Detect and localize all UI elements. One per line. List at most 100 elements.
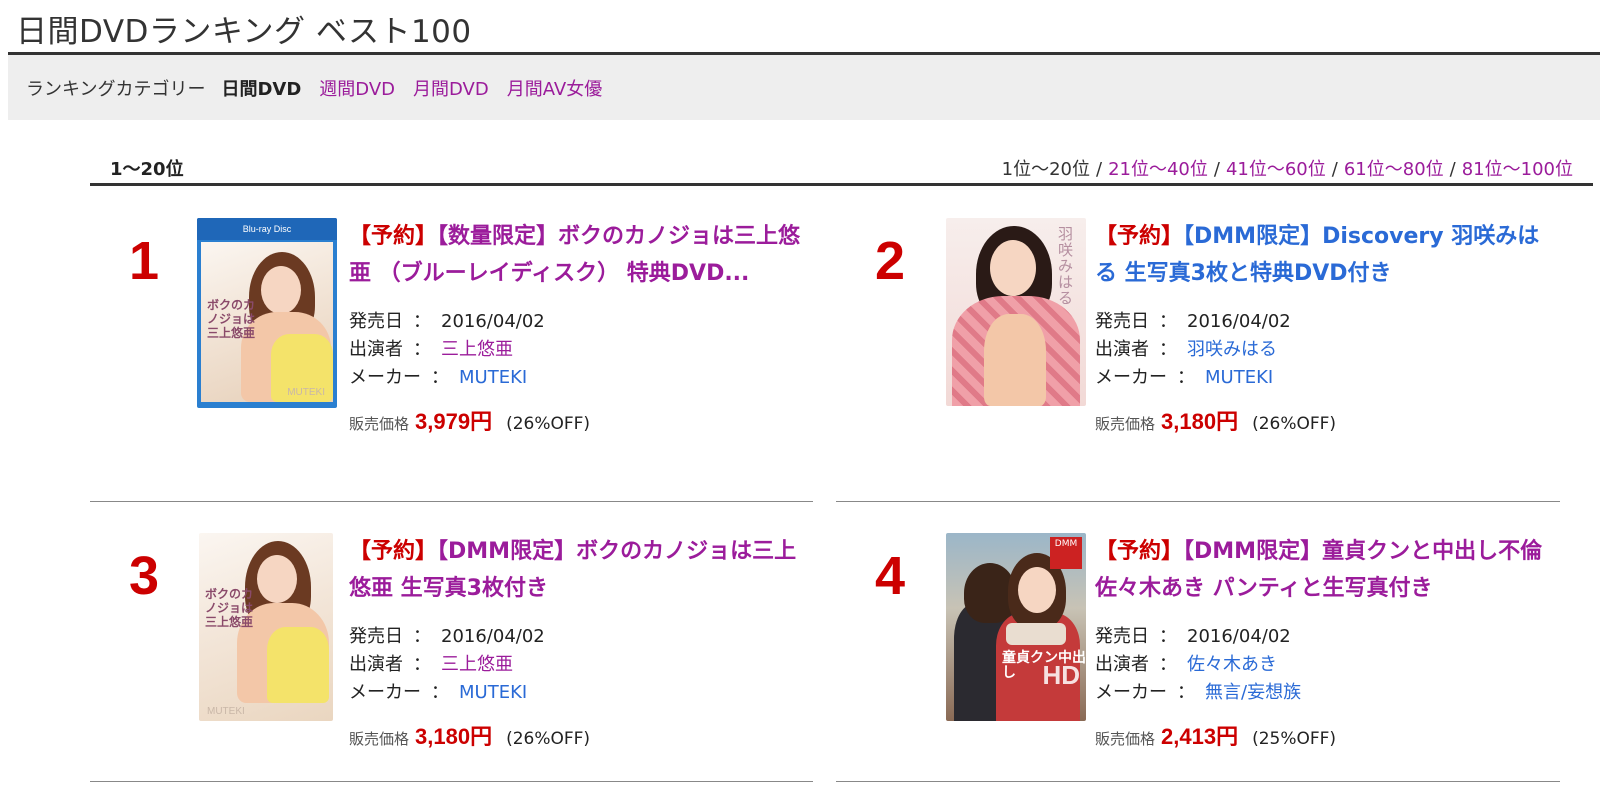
- price-value: 3,979円: [415, 409, 493, 434]
- category-link-monthly-actress[interactable]: 月間AV女優: [507, 75, 602, 101]
- item-info: 【予約】【DMM限定】Discovery 羽咲みはる 生写真3枚と特典DVD付き…: [1095, 218, 1561, 436]
- bluray-badge: Blu-ray Disc: [197, 218, 337, 240]
- maker-link[interactable]: 無言/妄想族: [1205, 679, 1301, 707]
- range-pager: 1位〜20位/21位〜40位/41位〜60位/61位〜80位/81位〜100位: [1002, 155, 1573, 181]
- price-value: 3,180円: [415, 724, 493, 749]
- hd-mark: HD: [1042, 660, 1080, 690]
- price-row: 販売価格 3,979円 (26%OFF): [349, 404, 815, 436]
- reservation-flag: 【予約】: [1095, 224, 1184, 249]
- rank-number: 1: [128, 231, 160, 291]
- pager-link-21-40[interactable]: 21位〜40位: [1108, 159, 1208, 180]
- page-title: 日間DVDランキング ベスト100: [16, 14, 472, 50]
- item-meta: 発売日 ： 2016/04/02 出演者 ： 三上悠亜 メーカー ： MUTEKI: [349, 308, 815, 392]
- item-title-link[interactable]: 【予約】【DMM限定】Discovery 羽咲みはる 生写真3枚と特典DVD付き: [1095, 218, 1561, 292]
- price-label: 販売価格: [1095, 730, 1156, 748]
- category-link-weekly-dvd[interactable]: 週間DVD: [319, 75, 395, 101]
- performer-row: 出演者 ： 佐々木あき: [1095, 651, 1561, 679]
- category-link-monthly-dvd[interactable]: 月間DVD: [413, 75, 489, 101]
- performer-link[interactable]: 三上悠亜: [441, 336, 513, 364]
- price-value: 3,180円: [1161, 409, 1239, 434]
- jacket-brand: MUTEKI: [287, 387, 325, 398]
- price-row: 販売価格 2,413円 (25%OFF): [1095, 719, 1561, 751]
- jacket-brand: MUTEKI: [207, 706, 245, 717]
- category-current-daily-dvd: 日間DVD: [221, 78, 302, 100]
- item-divider: [836, 781, 1560, 782]
- release-date-value: 2016/04/02: [1187, 626, 1291, 647]
- maker-label: メーカー: [1095, 682, 1167, 703]
- pager-link-81-100[interactable]: 81位〜100位: [1462, 159, 1573, 180]
- performer-link[interactable]: 三上悠亜: [441, 651, 513, 679]
- item-info: 【予約】【DMM限定】童貞クンと中出し不倫 佐々木あき パンティと生写真付き 発…: [1095, 533, 1561, 751]
- item-title-link[interactable]: 【予約】【DMM限定】ボクのカノジョは三上悠亜 生写真3枚付き: [349, 533, 815, 607]
- release-date-label: 発売日: [1095, 311, 1149, 332]
- performer-link[interactable]: 佐々木あき: [1187, 651, 1277, 679]
- pager-separator: /: [1095, 159, 1103, 180]
- item-info: 【予約】【数量限定】ボクのカノジョは三上悠亜 （ブルーレイディスク） 特典DVD…: [349, 218, 815, 436]
- price-label: 販売価格: [1095, 415, 1156, 433]
- pager-separator: /: [1331, 159, 1338, 180]
- price-label: 販売価格: [349, 415, 410, 433]
- product-jacket-image[interactable]: 羽咲みはる: [946, 218, 1086, 406]
- range-current-label: 1〜20位: [110, 159, 184, 180]
- colon: ：: [1159, 654, 1177, 675]
- release-date-row: 発売日 ： 2016/04/02: [1095, 623, 1561, 651]
- maker-label: メーカー: [349, 682, 421, 703]
- release-date-row: 発売日 ： 2016/04/02: [349, 623, 815, 651]
- jacket-vertical-name: 羽咲みはる: [1058, 225, 1074, 307]
- pager-current: 1位〜20位: [1001, 159, 1090, 180]
- jacket-title-text: ボクのカノジョは三上悠亜: [207, 298, 256, 340]
- item-title-link[interactable]: 【予約】【DMM限定】童貞クンと中出し不倫 佐々木あき パンティと生写真付き: [1095, 533, 1561, 607]
- product-jacket-image[interactable]: ボクのカノジョは三上悠亜 MUTEKI: [199, 533, 333, 721]
- reservation-flag: 【予約】: [349, 224, 438, 249]
- colon: ：: [431, 682, 449, 703]
- release-date-value: 2016/04/02: [441, 626, 545, 647]
- colon: ：: [1177, 682, 1195, 703]
- product-jacket-image[interactable]: Blu-ray Disc ボクのカノジョは三上悠亜 MUTEKI: [197, 218, 337, 408]
- performer-link[interactable]: 羽咲みはる: [1187, 336, 1277, 364]
- item-divider: [836, 501, 1560, 502]
- performer-row: 出演者 ： 三上悠亜: [349, 651, 815, 679]
- maker-row: メーカー ： 無言/妄想族: [1095, 679, 1561, 707]
- colon: ：: [1159, 339, 1177, 360]
- jacket-figure-face: [1018, 567, 1056, 613]
- colon: ：: [413, 311, 431, 332]
- performer-row: 出演者 ： 三上悠亜: [349, 336, 815, 364]
- maker-row: メーカー ： MUTEKI: [349, 679, 815, 707]
- jacket-figure-face: [261, 266, 301, 314]
- colon: ：: [413, 339, 431, 360]
- item-info: 【予約】【DMM限定】ボクのカノジョは三上悠亜 生写真3枚付き 発売日 ： 2016…: [349, 533, 815, 751]
- release-date-value: 2016/04/02: [441, 311, 545, 332]
- performer-label: 出演者: [349, 339, 403, 360]
- release-date-row: 発売日 ： 2016/04/02: [1095, 308, 1561, 336]
- ranking-item: 2 羽咲みはる 【予約】【DMM限定】Discovery 羽咲みはる 生写真3枚…: [836, 202, 1571, 502]
- colon: ：: [431, 367, 449, 388]
- pager-link-41-60[interactable]: 41位〜60位: [1226, 159, 1326, 180]
- performer-row: 出演者 ： 羽咲みはる: [1095, 336, 1561, 364]
- release-date-label: 発売日: [349, 626, 403, 647]
- ranking-category-bar: ランキングカテゴリー 日間DVD 週間DVD 月間DVD 月間AV女優: [8, 55, 1600, 120]
- performer-label: 出演者: [349, 654, 403, 675]
- rank-number: 3: [128, 546, 160, 606]
- jacket-figure-scarf: [1006, 623, 1066, 645]
- colon: ：: [1159, 311, 1177, 332]
- jacket-corner-badge: DMM: [1050, 537, 1082, 569]
- reservation-flag: 【予約】: [349, 539, 438, 564]
- maker-row: メーカー ： MUTEKI: [1095, 364, 1561, 392]
- category-label: ランキングカテゴリー: [26, 78, 206, 100]
- colon: ：: [1177, 367, 1195, 388]
- colon: ：: [413, 654, 431, 675]
- pager-link-61-80[interactable]: 61位〜80位: [1344, 159, 1444, 180]
- price-row: 販売価格 3,180円 (26%OFF): [349, 719, 815, 751]
- product-jacket-image[interactable]: DMM 童貞クン中出し HD: [946, 533, 1086, 721]
- maker-link[interactable]: MUTEKI: [459, 364, 527, 392]
- item-divider: [90, 781, 813, 782]
- discount-value: (26%OFF): [506, 414, 591, 434]
- reservation-flag: 【予約】: [1095, 539, 1184, 564]
- performer-label: 出演者: [1095, 339, 1149, 360]
- rank-number: 2: [874, 231, 906, 291]
- item-title-link[interactable]: 【予約】【数量限定】ボクのカノジョは三上悠亜 （ブルーレイディスク） 特典DVD…: [349, 218, 815, 292]
- discount-value: (26%OFF): [1252, 414, 1337, 434]
- maker-link[interactable]: MUTEKI: [459, 679, 527, 707]
- maker-link[interactable]: MUTEKI: [1205, 364, 1273, 392]
- maker-row: メーカー ： MUTEKI: [349, 364, 815, 392]
